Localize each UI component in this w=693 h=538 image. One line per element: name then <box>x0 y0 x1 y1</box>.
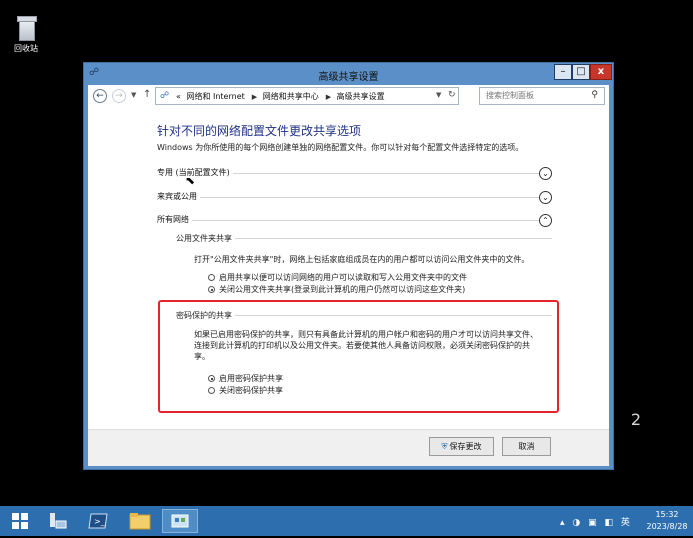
breadcrumb-advanced-sharing[interactable]: 高级共享设置 <box>337 92 385 101</box>
search-input[interactable] <box>484 90 588 101</box>
recycle-bin-label: 回收站 <box>14 44 38 53</box>
advanced-sharing-window: ☍ 高级共享设置 – □ x ← → ▼ ↑ ☍ « 网络和 Internet ▶… <box>83 62 614 470</box>
title-bar[interactable]: ☍ 高级共享设置 – □ x <box>84 63 613 85</box>
maximize-button[interactable]: □ <box>572 64 590 80</box>
taskbar: >_ ▴ ◑ ▣ ◧ 英 15:32 2023/8/28 <box>0 506 693 536</box>
system-tray: ▴ ◑ ▣ ◧ 英 <box>560 515 635 528</box>
clock-date[interactable]: 2023/8/28 <box>645 522 689 531</box>
file-explorer-icon[interactable] <box>122 509 158 533</box>
save-button-label: 保存更改 <box>449 442 482 451</box>
breadcrumb-separator-icon[interactable]: ▶ <box>252 93 257 101</box>
refresh-icon[interactable]: ↻ <box>448 90 456 100</box>
network-tray-icon[interactable]: ▣ <box>588 518 597 528</box>
address-bar[interactable]: ☍ « 网络和 Internet ▶ 网络和共享中心 ▶ 高级共享设置 ▼ ↻ <box>155 87 459 105</box>
start-button[interactable] <box>2 509 38 533</box>
radio-disable-password-sharing[interactable]: 关闭密码保护共享 <box>208 385 283 396</box>
ime-indicator[interactable]: 英 <box>621 518 630 528</box>
expand-chevron-icon[interactable]: ⌄ <box>539 167 552 180</box>
address-dropdown-icon[interactable]: ▼ <box>436 91 441 99</box>
security-icon[interactable]: ◑ <box>572 518 580 528</box>
footer-bar: ⛨ 保存更改 取消 <box>88 429 609 466</box>
radio-button-selected[interactable] <box>208 286 215 293</box>
section-all-networks[interactable]: 所有网络 <box>157 214 552 228</box>
svg-text:>_: >_ <box>94 517 106 526</box>
recycle-bin-icon <box>16 14 37 41</box>
breadcrumb-separator-icon[interactable]: ▶ <box>326 93 331 101</box>
description-line: 连接到此计算机的打印机以及公用文件夹。若要使其他人具备访问权限，必须关闭密码保护… <box>194 341 530 350</box>
radio-button[interactable] <box>208 387 215 394</box>
breadcrumb-network-internet[interactable]: 网络和 Internet <box>186 92 244 101</box>
recent-locations-dropdown-icon[interactable]: ▼ <box>131 91 136 99</box>
expand-chevron-icon[interactable]: ⌄ <box>539 191 552 204</box>
settings-content: 针对不同的网络配置文件更改共享选项 Windows 为你所使用的每个网络创建单独… <box>88 109 609 429</box>
navigation-bar: ← → ▼ ↑ ☍ « 网络和 Internet ▶ 网络和共享中心 ▶ 高级共享设… <box>88 85 609 109</box>
radio-button[interactable] <box>208 274 215 281</box>
collapse-chevron-icon[interactable]: ⌃ <box>539 214 552 227</box>
radio-label: 启用共享以便可以访问网络的用户可以读取和写入公用文件夹中的文件 <box>219 273 467 282</box>
radio-button-selected[interactable] <box>208 375 215 382</box>
cancel-button[interactable]: 取消 <box>502 437 551 456</box>
public-folder-description: 打开"公用文件夹共享"时，网络上包括家庭组成员在内的用户都可以访问公用文件夹中的… <box>194 255 530 264</box>
window-title: 高级共享设置 <box>318 72 379 83</box>
radio-label: 关闭密码保护共享 <box>219 386 283 395</box>
volume-icon[interactable]: ◧ <box>605 518 614 528</box>
section-guest-public[interactable]: 来宾或公用 <box>157 191 552 205</box>
search-box[interactable]: ⚲ <box>479 87 605 105</box>
section-label: 所有网络 <box>157 214 192 225</box>
powershell-icon[interactable]: >_ <box>80 509 116 533</box>
breadcrumb-overflow[interactable]: « <box>176 92 181 101</box>
close-button[interactable]: x <box>590 64 612 80</box>
save-changes-button[interactable]: ⛨ 保存更改 <box>429 437 494 456</box>
server-manager-icon[interactable] <box>40 509 76 533</box>
radio-label: 启用密码保护共享 <box>219 374 283 383</box>
page-heading: 针对不同的网络配置文件更改共享选项 <box>157 124 362 138</box>
recycle-bin[interactable]: 回收站 <box>6 14 46 54</box>
password-sharing-description: 如果已启用密码保护的共享，则只有具备此计算机的用户帐户和密码的用户才可以访问共享… <box>194 329 538 362</box>
clock-time[interactable]: 15:32 <box>645 510 689 519</box>
radio-disable-public-sharing[interactable]: 关闭公用文件夹共享(登录到此计算机的用户仍然可以访问这些文件夹) <box>208 284 465 295</box>
edition-watermark: 2 <box>630 410 641 429</box>
forward-button[interactable]: → <box>112 89 126 103</box>
tray-expand-icon[interactable]: ▴ <box>560 518 565 528</box>
section-label: 来宾或公用 <box>157 191 200 202</box>
subsection-label: 公用文件夹共享 <box>176 233 235 244</box>
radio-enable-password-sharing[interactable]: 启用密码保护共享 <box>208 373 283 384</box>
subsection-public-folder: 公用文件夹共享 <box>176 233 552 245</box>
description-line: 享。 <box>194 352 210 361</box>
section-private[interactable]: 专用 (当前配置文件) <box>157 167 552 181</box>
windows-logo-icon <box>12 513 28 529</box>
breadcrumb-network-sharing-center[interactable]: 网络和共享中心 <box>263 92 319 101</box>
control-panel-icon: ☍ <box>160 91 170 101</box>
section-label: 专用 (当前配置文件) <box>157 167 233 178</box>
page-description: Windows 为你所使用的每个网络创建单独的网络配置文件。你可以针对每个配置文… <box>157 143 524 152</box>
minimize-button[interactable]: – <box>554 64 572 80</box>
subsection-label: 密码保护的共享 <box>176 310 235 321</box>
radio-enable-public-sharing[interactable]: 启用共享以便可以访问网络的用户可以读取和写入公用文件夹中的文件 <box>208 272 467 283</box>
description-line: 如果已启用密码保护的共享，则只有具备此计算机的用户帐户和密码的用户才可以访问共享… <box>194 330 538 339</box>
back-button[interactable]: ← <box>93 89 107 103</box>
up-button[interactable]: ↑ <box>143 89 151 100</box>
admin-shield-icon: ⛨ <box>441 442 448 451</box>
control-panel-taskbar-icon[interactable] <box>162 509 198 533</box>
search-icon[interactable]: ⚲ <box>591 90 598 100</box>
subsection-password-sharing: 密码保护的共享 <box>176 310 552 322</box>
radio-label: 关闭公用文件夹共享(登录到此计算机的用户仍然可以访问这些文件夹) <box>219 285 466 294</box>
